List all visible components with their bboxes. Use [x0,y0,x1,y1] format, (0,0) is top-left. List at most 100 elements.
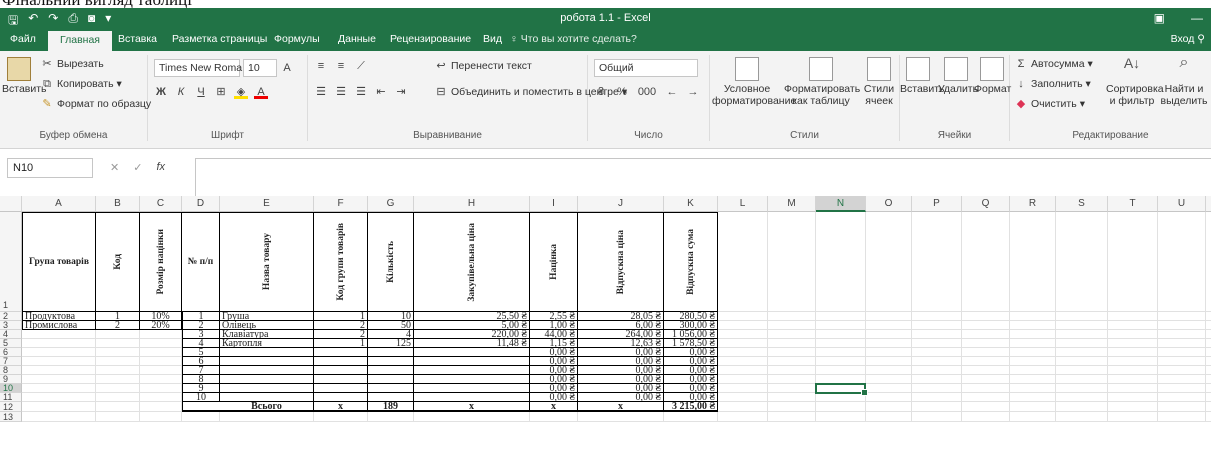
cell[interactable] [1108,212,1158,312]
cell[interactable] [1010,212,1056,312]
cell-item-g[interactable]: 2 [314,321,368,330]
cell[interactable] [718,402,768,412]
cell[interactable] [718,393,768,402]
cell-item-ss[interactable]: 1 056,00 ₴ [664,330,718,339]
cell-item-q[interactable]: 4 [368,330,414,339]
cell[interactable] [816,393,866,402]
format-cells-button[interactable]: Формат [974,57,1011,95]
cell[interactable] [1158,384,1206,393]
total-ss[interactable]: 3 215,00 ₴ [664,402,718,412]
cell[interactable] [962,375,1010,384]
cell-item-sp[interactable]: 12,63 ₴ [578,339,664,348]
cell-group-code[interactable] [96,366,140,375]
column-header-l[interactable]: L [718,196,768,212]
ribbon-display-icon[interactable]: ▣ [1154,11,1165,25]
cell-item-sp[interactable]: 0,00 ₴ [578,366,664,375]
cell[interactable] [1158,357,1206,366]
cell-item-m[interactable]: 0,00 ₴ [530,366,578,375]
cell-item-m[interactable]: 0,00 ₴ [530,357,578,366]
column-header-e[interactable]: E [220,196,314,212]
cell[interactable] [1056,375,1108,384]
cell[interactable] [1206,212,1211,312]
cell-item-p[interactable] [414,348,530,357]
cell[interactable] [912,339,962,348]
cell-item-n[interactable]: 9 [182,384,220,393]
cell[interactable] [962,330,1010,339]
column-header-k[interactable]: K [664,196,718,212]
cell[interactable] [866,312,912,321]
cell-group-name[interactable] [22,366,96,375]
cell[interactable] [962,384,1010,393]
cell-item-g[interactable] [314,348,368,357]
cell-item-name[interactable] [220,375,314,384]
cell[interactable] [1056,339,1108,348]
align-center-icon[interactable]: ☰ [334,85,348,99]
cell[interactable] [718,384,768,393]
tab-formulas[interactable]: Формулы [274,33,320,45]
column-header-q[interactable]: Q [962,196,1010,212]
cell-group-pct[interactable] [140,366,182,375]
cell-item-sp[interactable]: 0,00 ₴ [578,393,664,402]
cell[interactable] [962,357,1010,366]
cell[interactable] [1108,393,1158,402]
tab-insert[interactable]: Вставка [118,33,157,45]
cell-item-ss[interactable]: 0,00 ₴ [664,393,718,402]
column-header-d[interactable]: D [182,196,220,212]
cell[interactable] [1108,384,1158,393]
cell[interactable] [768,339,816,348]
cell[interactable] [866,330,912,339]
cell-group-pct[interactable]: 20% [140,321,182,330]
increase-decimal-icon[interactable]: ← [665,85,679,99]
clear-button[interactable]: ◆ Очистить ▾ [1014,97,1085,111]
cell-item-ss[interactable]: 1 578,50 ₴ [664,339,718,348]
cell-item-p[interactable] [414,393,530,402]
cell[interactable] [768,357,816,366]
cell[interactable] [22,412,96,422]
total-cell[interactable] [182,402,220,412]
cell[interactable] [816,348,866,357]
cell[interactable] [866,375,912,384]
tell-me-search[interactable]: ♀ Что вы хотите сделать? [510,33,637,45]
cell-item-m[interactable]: 0,00 ₴ [530,393,578,402]
cell[interactable] [1158,330,1206,339]
cell[interactable] [768,384,816,393]
cell[interactable] [816,212,866,312]
cell-group-pct[interactable] [140,348,182,357]
cell-item-ss[interactable]: 280,50 ₴ [664,312,718,321]
cell[interactable] [718,357,768,366]
cell-item-p[interactable]: 5,00 ₴ [414,321,530,330]
cell[interactable] [1056,321,1108,330]
cell[interactable] [1010,375,1056,384]
cell-item-g[interactable] [314,357,368,366]
column-header-b[interactable]: B [96,196,140,212]
cell[interactable] [816,339,866,348]
column-header-i[interactable]: I [530,196,578,212]
formula-input[interactable] [195,158,1211,196]
cell-item-m[interactable]: 0,00 ₴ [530,375,578,384]
cell-item-n[interactable]: 6 [182,357,220,366]
cell[interactable] [140,402,182,412]
cell[interactable] [1108,375,1158,384]
tab-review[interactable]: Рецензирование [390,33,471,45]
underline-icon[interactable]: Ч [194,85,208,99]
cell[interactable] [718,366,768,375]
cell-item-n[interactable]: 7 [182,366,220,375]
grow-font-icon[interactable]: A [280,61,294,75]
paste-button[interactable]: Вставить [2,57,47,95]
cell-group-code[interactable] [96,393,140,402]
cell-item-p[interactable] [414,357,530,366]
cell[interactable] [718,348,768,357]
cell-item-ss[interactable]: 0,00 ₴ [664,384,718,393]
enter-icon[interactable]: ✓ [133,161,142,174]
cell[interactable] [1010,402,1056,412]
wrap-text-button[interactable]: ↩ Перенести текст [434,59,531,73]
cell[interactable] [1056,312,1108,321]
cell-item-p[interactable] [414,366,530,375]
cell[interactable] [768,402,816,412]
cell-group-name[interactable] [22,339,96,348]
cell-item-q[interactable]: 10 [368,312,414,321]
cell[interactable] [1158,348,1206,357]
cell-item-m[interactable]: 2,55 ₴ [530,312,578,321]
cell[interactable] [1206,339,1211,348]
cell[interactable] [718,375,768,384]
